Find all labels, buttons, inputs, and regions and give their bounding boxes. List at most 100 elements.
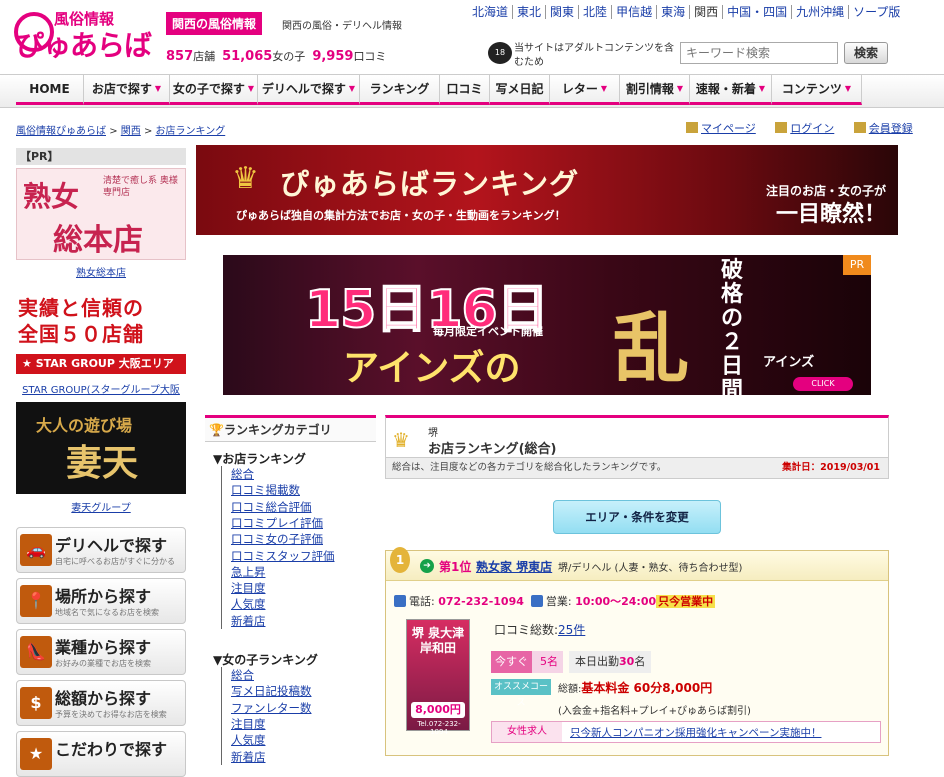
shop-name-link[interactable]: 熟女家 堺東店 bbox=[476, 558, 552, 575]
category-link[interactable]: 口コミスタッフ評価 bbox=[231, 548, 335, 564]
banner-subtitle: ぴゅあらば独自の集計方法でお店・女の子・生動画をランキング！ bbox=[236, 209, 566, 222]
category-link[interactable]: 急上昇 bbox=[231, 564, 266, 580]
ad-caption-link[interactable]: 熟女総本店 bbox=[16, 264, 186, 279]
ranking-description: 総合は、注目度などの各カテゴリを総合化したランキングです。 集計日：2019/0… bbox=[385, 457, 889, 479]
category-group-heading: ▼お店ランキング bbox=[213, 452, 306, 466]
area-link[interactable]: 北海道 bbox=[468, 5, 514, 19]
area-link[interactable]: 東海 bbox=[657, 5, 691, 19]
category-link[interactable]: 新着店 bbox=[231, 613, 266, 629]
event-ad-banner[interactable]: 15日16日 毎月限定イベント開催 アインズの 乱 破格の２日間 PR アインズ… bbox=[223, 255, 871, 403]
register-link[interactable]: 会員登録 bbox=[869, 122, 913, 135]
category-link[interactable]: 人気度 bbox=[231, 596, 266, 612]
nav-item[interactable]: コンテンツ ▼ bbox=[772, 75, 862, 105]
register-icon bbox=[853, 122, 866, 133]
nav-item[interactable]: お店で探す ▼ bbox=[84, 75, 170, 105]
ad-text: アインズ bbox=[763, 355, 815, 370]
area-link[interactable]: 北陸 bbox=[579, 5, 613, 19]
ad-text: 全国５０店舗 bbox=[18, 322, 144, 346]
shop-thumbnail[interactable]: 堺 泉大津 岸和田 8,000円 Tel.072-232-1094 bbox=[406, 619, 470, 736]
area-link[interactable]: ソープ版 bbox=[849, 5, 904, 19]
nav-item[interactable]: レター ▼ bbox=[550, 75, 620, 105]
category-link[interactable]: 注目度 bbox=[231, 716, 266, 732]
category-link[interactable]: 人気度 bbox=[231, 732, 266, 748]
ad-banner-jukujo[interactable]: 熟女 清楚で癒し系 奥様専門店 総本店 bbox=[16, 168, 186, 260]
ad-text: アインズの bbox=[343, 348, 521, 389]
category-link[interactable]: 口コミ掲載数 bbox=[231, 482, 300, 498]
shop-tel[interactable]: 072-232-1094 bbox=[438, 595, 524, 608]
nav-item[interactable]: 写メ日記 bbox=[490, 75, 550, 105]
chevron-down-icon: ▼ bbox=[348, 84, 356, 93]
chevron-down-icon: ▼ bbox=[758, 84, 766, 93]
category-link[interactable]: 口コミ女の子評価 bbox=[231, 531, 323, 547]
heel-icon: 👠 bbox=[20, 636, 52, 668]
ad-banner-stargroup[interactable]: 実績と信頼の 全国５０店舗 ★ STAR GROUP 大阪エリア bbox=[16, 292, 186, 376]
breadcrumb-home[interactable]: 風俗情報ぴゅあらば bbox=[16, 126, 106, 137]
area-link[interactable]: 東北 bbox=[513, 5, 547, 19]
nav-item[interactable]: ランキング bbox=[360, 75, 440, 105]
nav-item[interactable]: HOME bbox=[16, 75, 84, 105]
crown-icon: ♛ bbox=[232, 161, 259, 196]
breadcrumb-current[interactable]: お店ランキング bbox=[156, 126, 226, 137]
nav-item[interactable]: デリヘルで探す ▼ bbox=[258, 75, 360, 105]
change-area-button[interactable]: エリア・条件を変更 bbox=[553, 500, 721, 534]
breadcrumb-region[interactable]: 関西 bbox=[121, 126, 141, 137]
chevron-down-icon: ▼ bbox=[676, 84, 684, 93]
recruit-link[interactable]: 只今新人コンパニオン採用強化キャンペーン実施中！ bbox=[570, 725, 821, 740]
category-link[interactable]: 写メ日記投稿数 bbox=[231, 683, 312, 699]
shop-genre: 堺/デリヘル (人妻・熟女、待ち合わせ型) bbox=[558, 563, 743, 574]
search-button[interactable]: 検索 bbox=[844, 42, 888, 64]
aggregation-date: 集計日：2019/03/01 bbox=[782, 462, 880, 473]
category-link[interactable]: 総合 bbox=[231, 667, 254, 683]
site-stats: 857店舗 51,065女の子 9,959口コミ bbox=[166, 49, 387, 64]
login-link[interactable]: ログイン bbox=[790, 122, 834, 135]
price-includes: (入会金+指名料+プレイ+ぴゅあらば割引) bbox=[558, 706, 751, 717]
mypage-link[interactable]: マイページ bbox=[701, 122, 756, 135]
search-method-button[interactable]: 👠 業種から探す お好みの業種でお店を検索 bbox=[16, 629, 186, 675]
girl-count: 51,065 bbox=[222, 49, 273, 64]
area-links: 北海道 東北 関東 北陸 甲信越 東海 関西 中国・四国 九州沖縄 ソープ版 bbox=[468, 3, 904, 20]
pr-label: 【PR】 bbox=[16, 148, 186, 165]
pin-icon: 📍 bbox=[20, 585, 52, 617]
ad-caption-link[interactable]: 妻天グループ bbox=[16, 499, 186, 514]
nav-item[interactable]: 口コミ bbox=[440, 75, 490, 105]
ranking-hero-banner[interactable]: ♛ ぴゅあらばランキング ぴゅあらば独自の集計方法でお店・女の子・生動画をランキ… bbox=[196, 145, 898, 235]
recruit-bar[interactable]: 女性求人 只今新人コンパニオン採用強化キャンペーン実施中！ bbox=[491, 721, 881, 743]
shop-contact: 電話: 072-232-1094 営業: 10:00～24:00 只今営業中 bbox=[394, 593, 716, 609]
nav-item[interactable]: 女の子で探す ▼ bbox=[170, 75, 258, 105]
category-link[interactable]: 口コミ総合評価 bbox=[231, 499, 312, 515]
ad-text: 大人の遊び場 bbox=[36, 416, 133, 435]
ad-text: 破格の２日間 bbox=[720, 258, 743, 403]
search-method-button[interactable]: $ 総額から探す 予算を決めてお得なお店を検索 bbox=[16, 680, 186, 726]
nav-item[interactable]: 速報・新着 ▼ bbox=[690, 75, 772, 105]
ranking-main: ♛ 堺 お店ランキング(総合) 総合は、注目度などの各カテゴリを総合化したランキ… bbox=[385, 415, 889, 756]
ad-text: 総本店 bbox=[53, 223, 143, 258]
keyword-search-input[interactable] bbox=[680, 42, 838, 64]
category-link[interactable]: ファンレター数 bbox=[231, 700, 312, 716]
chevron-down-icon: ▼ bbox=[154, 84, 162, 93]
area-link[interactable]: 甲信越 bbox=[612, 5, 658, 19]
tree-line bbox=[221, 667, 229, 765]
ad-click-badge: CLICK bbox=[793, 377, 853, 391]
area-link[interactable]: 中国・四国 bbox=[723, 5, 793, 19]
ad-text: 乱 bbox=[613, 304, 689, 393]
site-logo[interactable]: 風俗情報 ぴゅあらば bbox=[14, 6, 158, 62]
car-icon: 🚗 bbox=[20, 534, 52, 566]
search-method-button[interactable]: 📍 場所から探す 地域名で気になるお店を検索 bbox=[16, 578, 186, 624]
global-nav: HOME お店で探す ▼ 女の子で探す ▼ デリヘルで探す ▼ ランキング 口コミ 写メ日記 レター… bbox=[0, 74, 944, 108]
rank-medal-icon: 1 bbox=[390, 547, 410, 573]
chevron-down-icon: ▼ bbox=[247, 84, 255, 93]
search-method-button[interactable]: ★ こだわりで探す bbox=[16, 731, 186, 777]
area-link[interactable]: 関東 bbox=[546, 5, 580, 19]
category-link[interactable]: 新着店 bbox=[231, 749, 266, 765]
ad-banner-tsumaten[interactable]: 大人の遊び場 妻天 bbox=[16, 402, 186, 494]
nav-item[interactable]: 割引情報 ▼ bbox=[620, 75, 690, 105]
category-link[interactable]: 口コミプレイ評価 bbox=[231, 515, 323, 531]
ad-caption-link[interactable]: STAR GROUP(スターグループ大阪 bbox=[16, 381, 186, 396]
chevron-down-icon: ▼ bbox=[600, 84, 608, 93]
area-link[interactable]: 九州沖縄 bbox=[792, 5, 850, 19]
user-utils: マイページ ログイン 会員登録 bbox=[670, 120, 913, 136]
category-link[interactable]: 総合 bbox=[231, 466, 254, 482]
search-method-button[interactable]: 🚗 デリヘルで探す 自宅に呼べるお店がすぐに分かる bbox=[16, 527, 186, 573]
review-count-link[interactable]: 25件 bbox=[558, 623, 585, 637]
category-link[interactable]: 注目度 bbox=[231, 580, 266, 596]
